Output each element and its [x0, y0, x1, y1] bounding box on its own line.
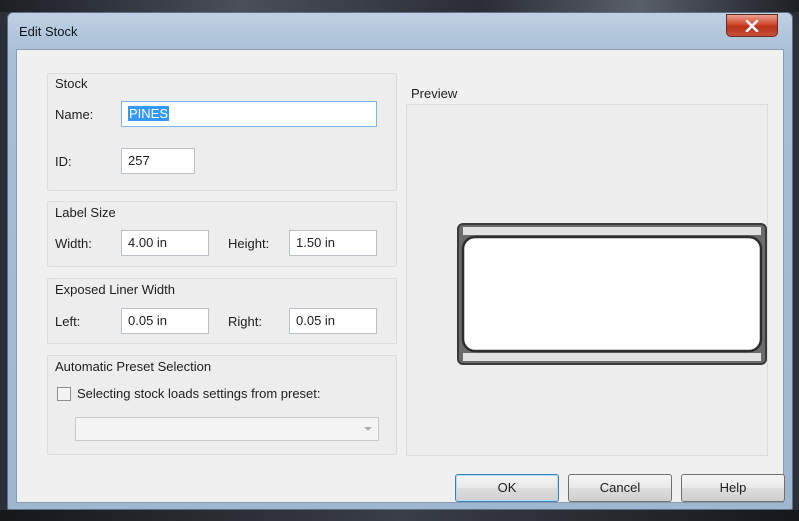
left-label: Left:: [55, 314, 81, 329]
height-input-value: 1.50 in: [296, 235, 336, 250]
ok-button[interactable]: OK: [455, 474, 559, 502]
preset-dropdown[interactable]: [75, 417, 379, 441]
dialog-content: Stock Name: PINES ID: 257 Label Size Wid…: [16, 49, 785, 503]
id-input-value: 257: [128, 153, 150, 168]
left-input-value: 0.05 in: [128, 313, 168, 328]
liner-strip-top: [463, 227, 761, 235]
desktop-background-top: [0, 0, 799, 12]
label-preview-graphic: [457, 223, 767, 365]
cancel-button[interactable]: Cancel: [568, 474, 672, 502]
id-label: ID:: [55, 154, 72, 169]
right-input[interactable]: 0.05 in: [289, 308, 377, 334]
preview-pane: [406, 104, 768, 456]
chevron-down-icon: [364, 427, 372, 431]
close-button[interactable]: [726, 14, 778, 37]
height-label: Height:: [228, 236, 270, 251]
preview-label: Preview: [411, 86, 458, 101]
name-input-value: PINES: [128, 106, 170, 121]
window-title: Edit Stock: [19, 24, 78, 39]
height-input[interactable]: 1.50 in: [289, 230, 377, 256]
stock-group: [47, 73, 397, 191]
left-input[interactable]: 0.05 in: [121, 308, 209, 334]
label-shape: [461, 235, 763, 353]
name-label: Name:: [55, 107, 94, 122]
width-input[interactable]: 4.00 in: [121, 230, 209, 256]
name-input[interactable]: PINES: [121, 101, 377, 127]
preset-checkbox-label[interactable]: Selecting stock loads settings from pres…: [77, 386, 321, 401]
title-bar[interactable]: Edit Stock: [8, 13, 792, 49]
close-icon: [745, 19, 759, 32]
preset-group-label: Automatic Preset Selection: [55, 359, 212, 374]
liner-strip-bottom: [463, 353, 761, 361]
liner-width-group-label: Exposed Liner Width: [55, 282, 175, 297]
label-size-group-label: Label Size: [55, 205, 116, 220]
edit-stock-dialog: Edit Stock Stock Name: PINES ID: 257 Lab…: [7, 12, 793, 510]
right-input-value: 0.05 in: [296, 313, 336, 328]
preset-checkbox[interactable]: [57, 387, 71, 401]
width-input-value: 4.00 in: [128, 235, 168, 250]
right-label: Right:: [228, 314, 262, 329]
help-button[interactable]: Help: [681, 474, 785, 502]
width-label: Width:: [55, 236, 92, 251]
desktop-background-bottom: [0, 510, 799, 521]
stock-group-label: Stock: [55, 76, 88, 91]
id-input[interactable]: 257: [121, 148, 195, 174]
